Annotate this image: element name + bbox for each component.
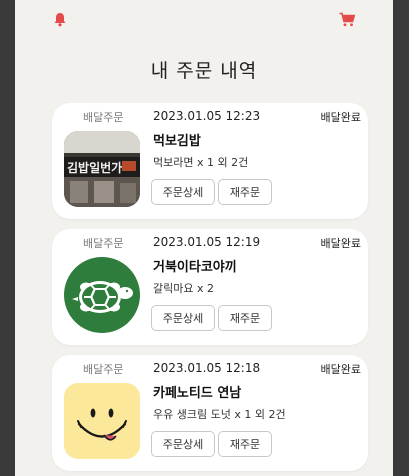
store-name[interactable]: 카페노티드 연남 xyxy=(153,382,241,401)
reorder-button[interactable]: 재주문 xyxy=(218,179,272,205)
bell-icon[interactable] xyxy=(51,10,69,28)
order-status: 배달완료 xyxy=(320,363,361,376)
store-name[interactable]: 먹보김밥 xyxy=(153,130,201,149)
order-detail-button[interactable]: 주문상세 xyxy=(151,431,215,457)
store-name[interactable]: 거북이타코야끼 xyxy=(153,256,237,275)
order-detail-button[interactable]: 주문상세 xyxy=(151,305,215,331)
reorder-button[interactable]: 재주문 xyxy=(218,431,272,457)
store-thumbnail[interactable] xyxy=(64,257,140,333)
order-items-summary: 먹보라면 x 1 외 2건 xyxy=(153,156,249,169)
turtle-logo-icon xyxy=(64,257,140,333)
order-items-summary: 우유 생크림 도넛 x 1 외 2건 xyxy=(153,408,286,421)
order-card: 배달주문 2023.01.05 12:23 배달완료 김밥일번가 먹보김밥 먹보… xyxy=(52,103,368,219)
order-status: 배달완료 xyxy=(320,237,361,250)
smiley-logo-icon xyxy=(64,383,140,459)
order-date: 2023.01.05 12:18 xyxy=(153,361,261,375)
order-status: 배달완료 xyxy=(320,111,361,124)
order-card: 배달주문 2023.01.05 12:18 배달완료 카페노티드 연남 우유 생… xyxy=(52,355,368,471)
store-thumbnail[interactable] xyxy=(64,383,140,459)
order-items-summary: 갈릭마요 x 2 xyxy=(153,282,214,295)
top-bar xyxy=(15,0,393,40)
order-date: 2023.01.05 12:19 xyxy=(153,235,261,249)
order-history-page: 내 주문 내역 배달주문 2023.01.05 12:23 배달완료 김밥일번가… xyxy=(15,0,393,476)
store-thumbnail[interactable]: 김밥일번가 xyxy=(64,131,140,207)
reorder-button[interactable]: 재주문 xyxy=(218,305,272,331)
delivery-type-label: 배달주문 xyxy=(83,111,124,124)
order-card: 배달주문 2023.01.05 12:19 배달완료 거북이타코야끼 갈릭마요 … xyxy=(52,229,368,345)
store-sign-text: 김밥일번가 xyxy=(67,160,122,175)
delivery-type-label: 배달주문 xyxy=(83,363,124,376)
order-date: 2023.01.05 12:23 xyxy=(153,109,261,123)
delivery-type-label: 배달주문 xyxy=(83,237,124,250)
page-title: 내 주문 내역 xyxy=(150,60,258,82)
cart-icon[interactable] xyxy=(338,10,356,28)
order-detail-button[interactable]: 주문상세 xyxy=(151,179,215,205)
